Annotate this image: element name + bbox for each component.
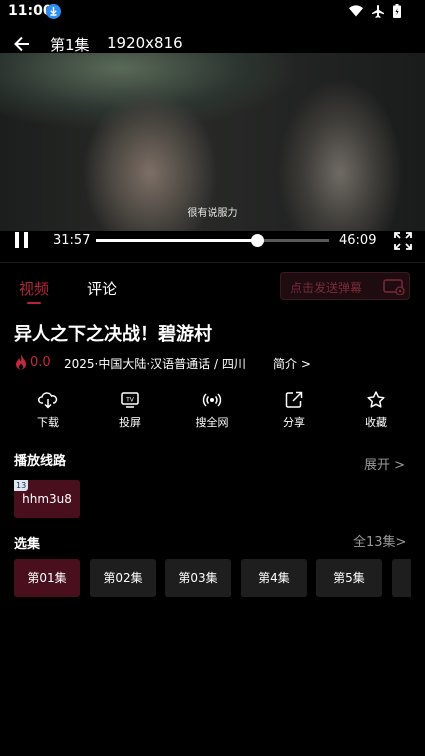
download-label: 下载 [37,416,59,429]
danmu-icon[interactable] [383,279,405,295]
video-subtitle: 很有说服力 [187,208,238,219]
tv-cast-icon: TV [121,392,139,408]
expand-routes-link[interactable]: 展开 > [364,454,405,473]
route-hhm3u8[interactable]: 13 hhm3u8 [14,480,80,518]
episode-item[interactable]: 第4集 [241,559,307,597]
player-controls: 31:57 46:09 [0,231,425,251]
broadcast-icon [202,393,222,407]
danmu-send-button[interactable]: 点击发送弹幕 [280,272,410,300]
pause-icon[interactable] [15,232,29,248]
back-arrow-icon[interactable] [12,34,32,54]
download-button[interactable]: 下载 [18,390,78,430]
episode-item[interactable]: 第01集 [14,559,80,597]
share-button[interactable]: 分享 [264,390,324,430]
episode-item[interactable]: 第02集 [90,559,156,597]
favorite-label: 收藏 [365,416,387,429]
episode-item[interactable]: 第 [392,559,411,597]
airplane-icon [372,4,384,18]
episode-item[interactable]: 第03集 [165,559,231,597]
star-icon [367,391,385,408]
fire-icon [16,354,26,370]
episode-title: 第1集 [50,36,90,54]
share-icon [285,391,303,408]
divider [0,262,425,263]
resolution-label: 1920x816 [107,34,183,52]
svg-text:TV: TV [125,397,135,404]
download-icon [38,392,58,409]
share-label: 分享 [283,416,305,429]
action-bar: 下载 TV 投屏 搜全网 分享 收藏 [0,390,425,435]
show-title: 异人之下之决战！碧游村 [14,324,212,345]
show-score: 0.0 [30,355,51,370]
search-web-button[interactable]: 搜全网 [182,390,242,430]
wifi-icon [349,5,363,17]
progress-fill [96,239,258,242]
tab-comments[interactable]: 评论 [87,278,117,299]
duration: 46:09 [339,233,377,248]
progress-slider[interactable] [96,234,329,247]
cast-button[interactable]: TV 投屏 [100,390,160,430]
all-episodes-link[interactable]: 全13集> [353,531,406,550]
progress-knob[interactable] [250,234,264,247]
episode-list: 第01集 第02集 第03集 第4集 第5集 第 [14,559,411,597]
show-meta: 0.0 2025·中国大陆·汉语普通话 / 四川 简介 > [14,353,414,373]
favorite-button[interactable]: 收藏 [346,390,406,430]
tab-video[interactable]: 视频 [19,278,49,299]
episode-item[interactable]: 第5集 [316,559,382,597]
active-tab-indicator [27,302,41,304]
video-frame[interactable]: 很有说服力 [0,53,425,231]
battery-icon [393,4,401,18]
episodes-title: 选集 [14,537,41,552]
cast-label: 投屏 [119,416,141,429]
route-label: hhm3u8 [22,492,72,506]
intro-link[interactable]: 简介 > [273,355,311,372]
search-web-label: 搜全网 [195,416,229,429]
download-notification-icon [46,4,61,19]
play-routes-title: 播放线路 [14,454,67,469]
status-bar: 11:00 [0,0,425,24]
current-time: 31:57 [53,233,91,248]
fullscreen-icon[interactable] [394,232,412,250]
danmu-placeholder: 点击发送弹幕 [290,281,363,295]
route-count-badge: 13 [14,480,29,491]
show-info: 2025·中国大陆·汉语普通话 / 四川 [64,357,246,371]
status-icons [349,4,401,18]
